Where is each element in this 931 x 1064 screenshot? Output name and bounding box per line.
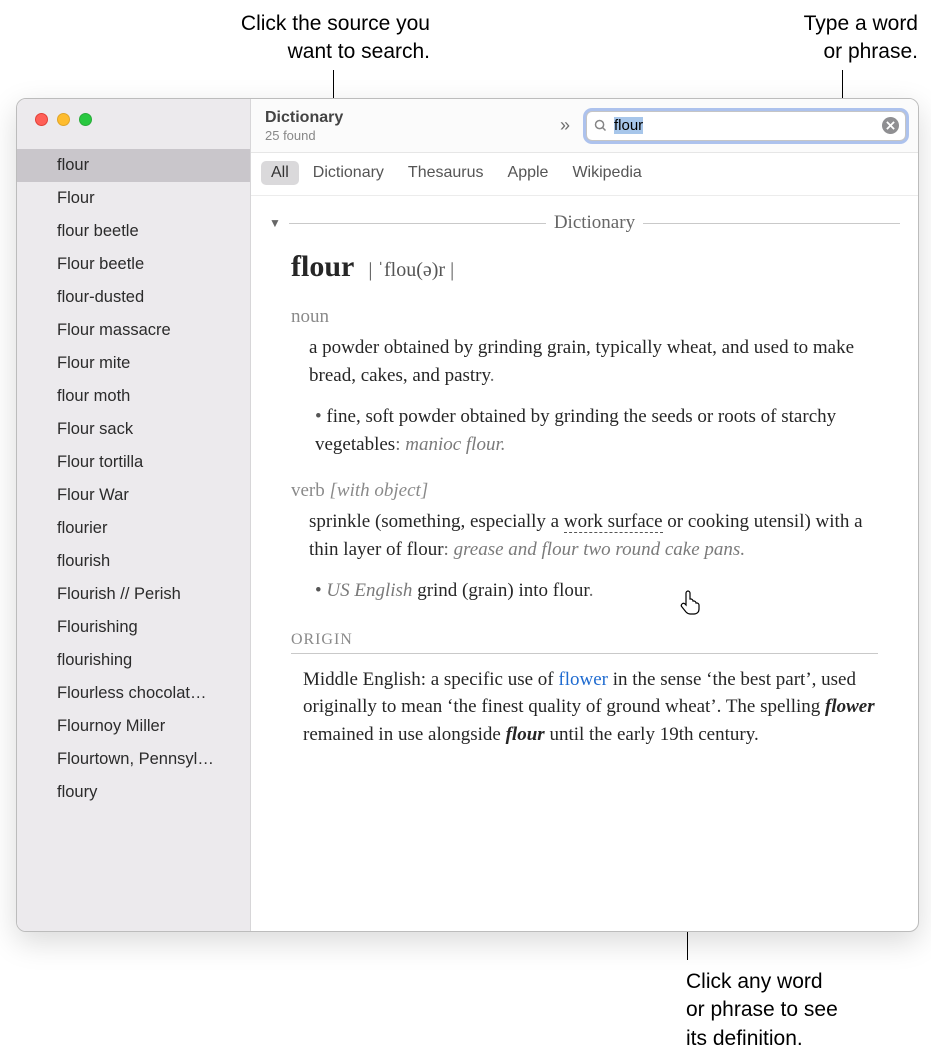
subdef-noun-1[interactable]: fine, soft powder obtained by grinding t… bbox=[315, 403, 878, 458]
def-noun[interactable]: a powder obtained by grinding grain, typ… bbox=[309, 334, 878, 389]
zoom-button[interactable] bbox=[79, 113, 92, 126]
result-item[interactable]: Flourish // Perish bbox=[17, 578, 250, 611]
headword[interactable]: flour bbox=[291, 250, 354, 283]
result-item[interactable]: Flour beetle bbox=[17, 248, 250, 281]
cursor-icon bbox=[679, 590, 701, 621]
result-item[interactable]: Flour bbox=[17, 182, 250, 215]
pos-verb: verb [with object] bbox=[291, 480, 878, 502]
section-title: Dictionary bbox=[554, 212, 635, 234]
result-count: 25 found bbox=[265, 128, 343, 143]
clear-search-button[interactable] bbox=[882, 117, 899, 134]
link-flower[interactable]: flower bbox=[558, 669, 608, 690]
result-item[interactable]: Flour War bbox=[17, 479, 250, 512]
title-block: Dictionary 25 found bbox=[265, 109, 343, 143]
toolbar: Dictionary 25 found » bbox=[251, 99, 918, 153]
search-field[interactable] bbox=[586, 111, 906, 141]
result-item[interactable]: flour-dusted bbox=[17, 281, 250, 314]
overflow-chevron-icon[interactable]: » bbox=[560, 115, 576, 136]
results-list: flour Flour flour beetle Flour beetle fl… bbox=[17, 143, 250, 931]
headword-block: flour | ˈflou(ə)r | bbox=[291, 250, 878, 284]
x-icon bbox=[886, 121, 895, 130]
xref-work-surface[interactable]: work surface bbox=[564, 511, 663, 533]
disclosure-triangle-icon[interactable]: ▼ bbox=[269, 216, 281, 230]
search-input[interactable] bbox=[608, 117, 882, 134]
close-button[interactable] bbox=[35, 113, 48, 126]
result-item[interactable]: flour bbox=[17, 149, 250, 182]
subdef-verb-1[interactable]: US English grind (grain) into flour. bbox=[315, 577, 878, 605]
callout-search: Type a word or phrase. bbox=[748, 10, 918, 67]
result-item[interactable]: Flourtown, Pennsyl… bbox=[17, 743, 250, 776]
callout-source: Click the source you want to search. bbox=[110, 10, 430, 67]
result-item[interactable]: Flournoy Miller bbox=[17, 710, 250, 743]
result-item[interactable]: flourier bbox=[17, 512, 250, 545]
tab-dictionary[interactable]: Dictionary bbox=[303, 161, 394, 185]
entry: flour | ˈflou(ə)r | noun a powder obtain… bbox=[251, 242, 918, 748]
result-item[interactable]: floury bbox=[17, 776, 250, 809]
tab-apple[interactable]: Apple bbox=[498, 161, 559, 185]
result-item[interactable]: flourish bbox=[17, 545, 250, 578]
content-area: ▼ Dictionary flour | ˈflou(ə)r | noun a … bbox=[251, 196, 918, 931]
pronunciation: | ˈflou(ə)r | bbox=[368, 259, 454, 281]
pos-noun: noun bbox=[291, 306, 878, 328]
app-title: Dictionary bbox=[265, 109, 343, 127]
result-item[interactable]: Flourless chocolat… bbox=[17, 677, 250, 710]
section-header[interactable]: ▼ Dictionary bbox=[251, 206, 918, 242]
result-item[interactable]: Flour sack bbox=[17, 413, 250, 446]
tab-all[interactable]: All bbox=[261, 161, 299, 185]
dictionary-window: flour Flour flour beetle Flour beetle fl… bbox=[16, 98, 919, 932]
result-item[interactable]: flour moth bbox=[17, 380, 250, 413]
search-icon bbox=[593, 118, 608, 133]
result-item[interactable]: flour beetle bbox=[17, 215, 250, 248]
def-verb[interactable]: sprinkle (something, especially a work s… bbox=[309, 508, 878, 563]
origin-label: ORIGIN bbox=[291, 631, 878, 649]
window-controls bbox=[17, 113, 250, 143]
main-pane: Dictionary 25 found » All Dictionary The… bbox=[251, 99, 918, 931]
result-item[interactable]: Flourishing bbox=[17, 611, 250, 644]
tab-thesaurus[interactable]: Thesaurus bbox=[398, 161, 494, 185]
minimize-button[interactable] bbox=[57, 113, 70, 126]
callout-lookup: Click any word or phrase to see its defi… bbox=[686, 968, 916, 1053]
result-item[interactable]: Flour tortilla bbox=[17, 446, 250, 479]
source-tabs: All Dictionary Thesaurus Apple Wikipedia bbox=[251, 153, 918, 196]
result-item[interactable]: Flour massacre bbox=[17, 314, 250, 347]
origin-text[interactable]: Middle English: a specific use of flower… bbox=[303, 666, 878, 749]
result-item[interactable]: Flour mite bbox=[17, 347, 250, 380]
result-item[interactable]: flourishing bbox=[17, 644, 250, 677]
sidebar: flour Flour flour beetle Flour beetle fl… bbox=[17, 99, 251, 931]
tab-wikipedia[interactable]: Wikipedia bbox=[562, 161, 651, 185]
